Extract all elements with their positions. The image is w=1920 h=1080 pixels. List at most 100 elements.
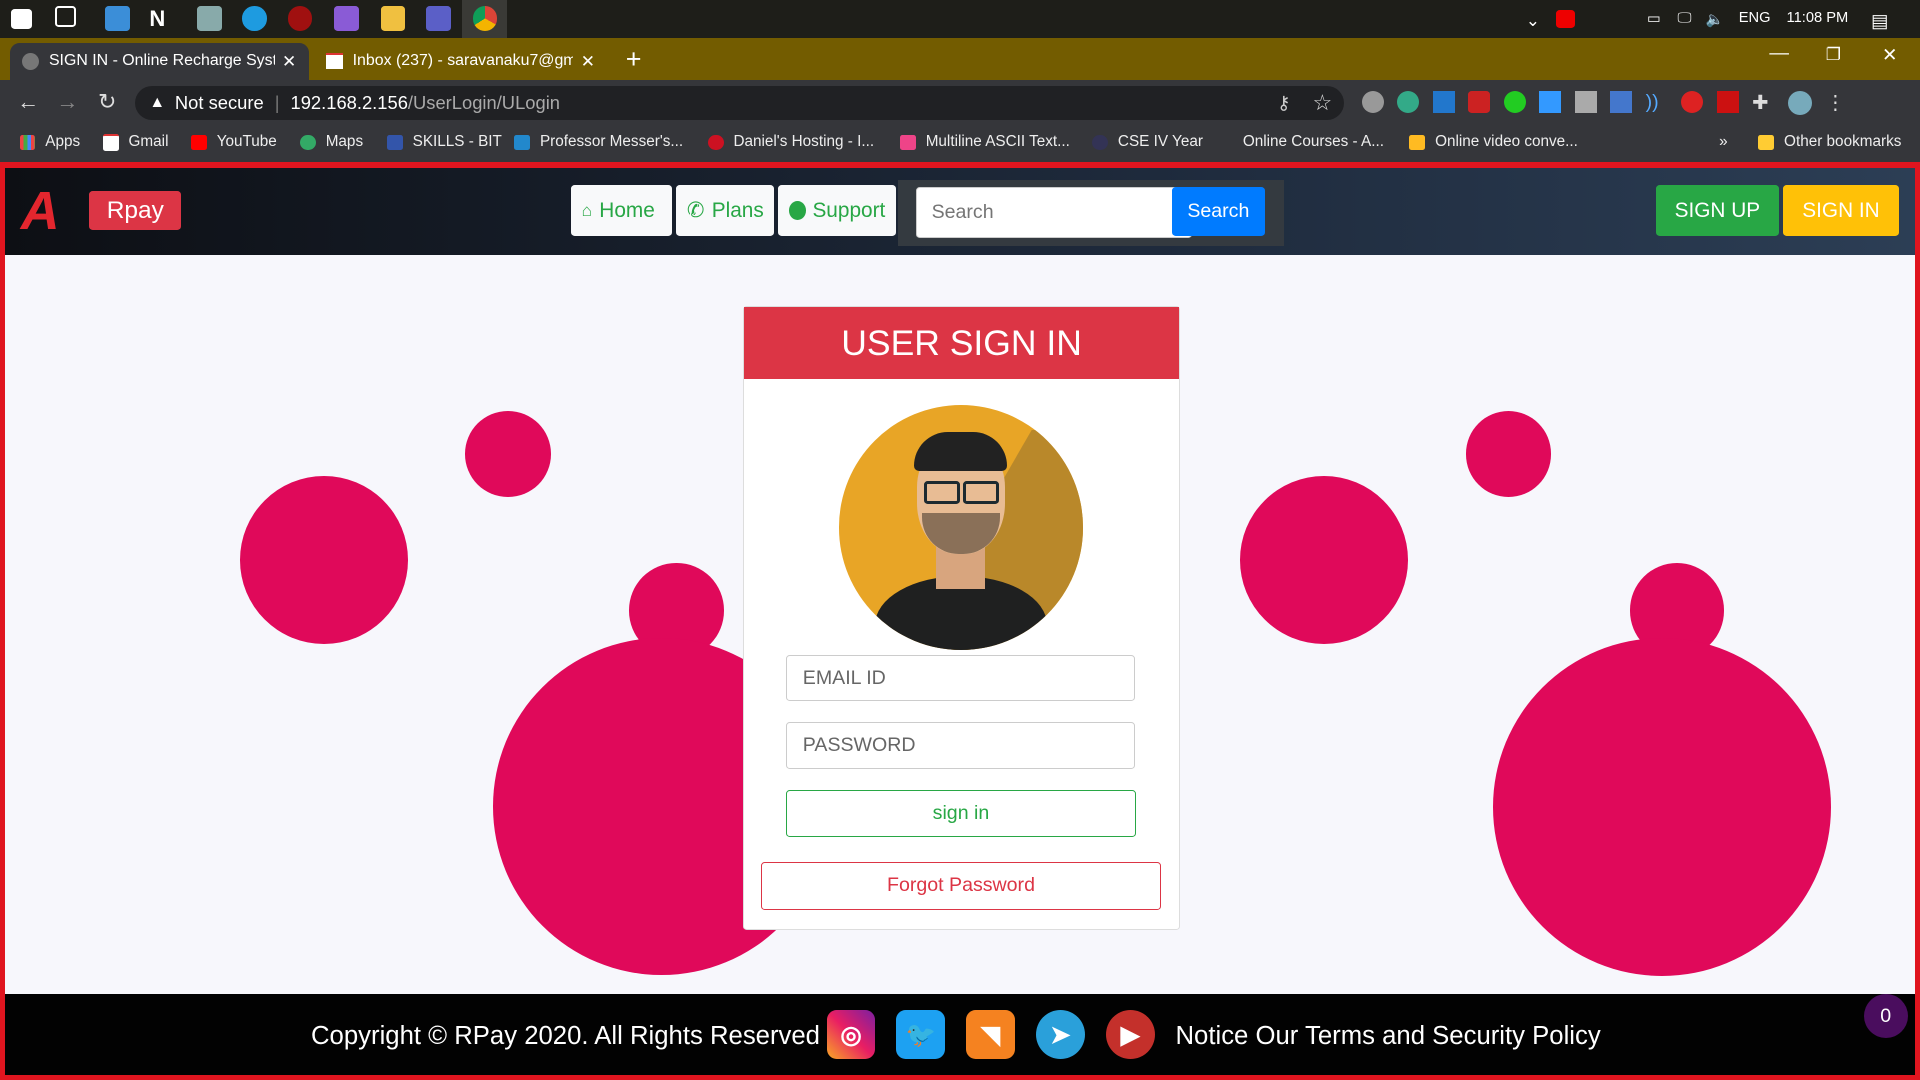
- teams-icon[interactable]: [426, 6, 451, 31]
- extension-icon[interactable]: [1574, 90, 1597, 113]
- forward-icon[interactable]: →: [56, 89, 78, 115]
- forgot-password-button[interactable]: Forgot Password: [761, 861, 1161, 910]
- new-tab-icon[interactable]: +: [626, 44, 642, 75]
- search-input[interactable]: [915, 187, 1193, 239]
- close-tab-icon[interactable]: ✕: [581, 51, 595, 72]
- youtube-icon[interactable]: ▶: [1105, 1010, 1155, 1060]
- extension-icon[interactable]: [1610, 90, 1633, 113]
- tab-sign-in[interactable]: SIGN IN - Online Recharge System ✕: [9, 42, 309, 80]
- bookmark-apps[interactable]: Apps: [19, 133, 80, 151]
- extension-icon[interactable]: [1716, 90, 1739, 113]
- decorative-circle: [1240, 476, 1409, 645]
- extensions-row: )) ✚ ⋮: [1361, 90, 1846, 116]
- bookmark-gmail[interactable]: Gmail: [102, 133, 168, 152]
- sign-in-card: USER SIGN IN EMAIL ID PASSWORD sign in F…: [743, 306, 1180, 931]
- copyright-text: Copyright © RPay 2020. All Rights Reserv…: [311, 1022, 820, 1051]
- security-label[interactable]: Not secure: [175, 92, 264, 114]
- bookmark-cse-iv-year[interactable]: CSE IV Year: [1092, 133, 1203, 151]
- site-navbar: A Rpay ⌂Home ✆Plans Support Search SIGN …: [4, 167, 1916, 255]
- tab-label: SIGN IN - Online Recharge System: [48, 52, 275, 70]
- volume-icon[interactable]: 🔈: [1706, 10, 1724, 28]
- bookmark-star-icon[interactable]: ☆: [1312, 90, 1332, 116]
- minimize-icon[interactable]: —: [1769, 42, 1789, 65]
- chrome-taskbar-button[interactable]: [461, 0, 507, 38]
- warning-icon: ▲: [149, 93, 166, 111]
- bookmark-multiline-ascii[interactable]: Multiline ASCII Text...: [900, 133, 1070, 151]
- reload-icon[interactable]: ↻: [98, 89, 116, 115]
- web-page: A Rpay ⌂Home ✆Plans Support Search SIGN …: [0, 161, 1920, 1080]
- edge-icon[interactable]: [242, 6, 267, 31]
- bookmark-professor-messer[interactable]: Professor Messer's...: [514, 133, 683, 151]
- decorative-circle: [1465, 411, 1552, 498]
- close-window-icon[interactable]: ✕: [1882, 44, 1897, 66]
- site-logo[interactable]: A: [21, 180, 60, 242]
- terms-link[interactable]: Notice Our Terms and Security Policy: [1176, 1022, 1601, 1051]
- extension-icon[interactable]: [1432, 90, 1455, 113]
- bookmark-daniels-hosting[interactable]: Daniel's Hosting - I...: [707, 133, 874, 151]
- url-path: /UserLogin/ULogin: [407, 91, 560, 113]
- back-icon[interactable]: ←: [17, 89, 39, 115]
- extension-icon[interactable]: [1397, 90, 1420, 113]
- battery-icon[interactable]: ▭: [1647, 10, 1661, 27]
- gmail-icon: [325, 53, 343, 69]
- profile-avatar[interactable]: [1787, 90, 1813, 116]
- visual-studio-icon[interactable]: [334, 6, 359, 31]
- restore-icon[interactable]: ❐: [1826, 44, 1841, 65]
- password-key-icon[interactable]: ⚷: [1277, 92, 1290, 114]
- sign-in-nav-button[interactable]: SIGN IN: [1782, 184, 1900, 237]
- tray-app-icon[interactable]: [1556, 9, 1575, 29]
- extensions-puzzle-icon[interactable]: ✚: [1752, 91, 1774, 114]
- nav-plans[interactable]: ✆ Plans: [675, 184, 774, 237]
- notification-badge[interactable]: 0: [1863, 994, 1908, 1039]
- search-form: Search: [897, 179, 1285, 247]
- bookmark-skills-bit[interactable]: SKILLS - BIT: [386, 133, 502, 151]
- address-bar[interactable]: ▲ Not secure | 192.168.2.156/UserLogin/U…: [134, 85, 1345, 120]
- site-footer: Copyright © RPay 2020. All Rights Reserv…: [4, 994, 1916, 1076]
- task-view-icon[interactable]: [55, 6, 77, 28]
- notifications-icon[interactable]: ▤: [1871, 10, 1888, 32]
- bookmarks-overflow-button[interactable]: »: [1719, 133, 1728, 151]
- instagram-icon[interactable]: ◎: [826, 1010, 876, 1060]
- tray-time[interactable]: 11:08 PM: [1787, 10, 1849, 26]
- email-field[interactable]: EMAIL ID: [785, 654, 1135, 702]
- phone-icon: ✆: [686, 199, 705, 223]
- tab-inbox[interactable]: Inbox (237) - saravanaku7@gmail.com ✕: [313, 43, 607, 80]
- extension-icon[interactable]: [1468, 90, 1491, 113]
- close-tab-icon[interactable]: ✕: [282, 51, 296, 72]
- nav-home[interactable]: ⌂ Home: [570, 184, 673, 237]
- extension-icon[interactable]: [1503, 90, 1526, 113]
- sign-up-button[interactable]: SIGN UP: [1655, 184, 1780, 237]
- brand-badge[interactable]: Rpay: [89, 190, 182, 231]
- bookmark-youtube[interactable]: YouTube: [191, 133, 277, 151]
- extension-icon[interactable]: [1681, 90, 1704, 113]
- twitter-icon[interactable]: 🐦: [896, 1010, 946, 1060]
- screen: N ⌄ ▭ 🖵 🔈 ENG 11:08 PM ▤ SIGN IN - Onlin…: [0, 0, 1920, 1080]
- home-icon: ⌂: [581, 200, 592, 221]
- extension-icon[interactable]: [1539, 90, 1562, 113]
- bookmark-online-courses[interactable]: Online Courses - A...: [1217, 133, 1384, 151]
- app-dragon-icon[interactable]: [287, 6, 313, 31]
- extension-icon[interactable]: [1361, 90, 1384, 113]
- extension-icon[interactable]: )): [1646, 91, 1668, 113]
- password-field[interactable]: PASSWORD: [785, 722, 1135, 769]
- file-explorer-icon[interactable]: [380, 6, 406, 31]
- windows-start-icon[interactable]: [11, 8, 32, 30]
- bookmark-online-video-converter[interactable]: Online video conve...: [1409, 133, 1578, 151]
- app-n-icon[interactable]: N: [149, 6, 173, 31]
- bookmark-maps[interactable]: Maps: [300, 133, 363, 151]
- sign-in-button[interactable]: sign in: [785, 789, 1137, 838]
- tray-language[interactable]: ENG: [1739, 10, 1771, 26]
- other-bookmarks[interactable]: Other bookmarks: [1758, 133, 1901, 151]
- tray-chevron-icon[interactable]: ⌄: [1526, 10, 1540, 31]
- rss-icon[interactable]: ◥: [966, 1010, 1016, 1060]
- telegram-icon[interactable]: ➤: [1035, 1010, 1085, 1060]
- main-content: USER SIGN IN EMAIL ID PASSWORD sign in F…: [4, 254, 1916, 995]
- search-button[interactable]: Search: [1171, 187, 1265, 237]
- network-icon[interactable]: 🖵: [1678, 10, 1692, 26]
- app-icon[interactable]: [105, 6, 130, 31]
- url-host: 192.168.2.156: [290, 91, 408, 113]
- nav-support[interactable]: Support: [777, 184, 897, 237]
- decorative-circle: [1492, 637, 1831, 976]
- menu-kebab-icon[interactable]: ⋮: [1826, 91, 1846, 115]
- app-icon[interactable]: [197, 6, 222, 31]
